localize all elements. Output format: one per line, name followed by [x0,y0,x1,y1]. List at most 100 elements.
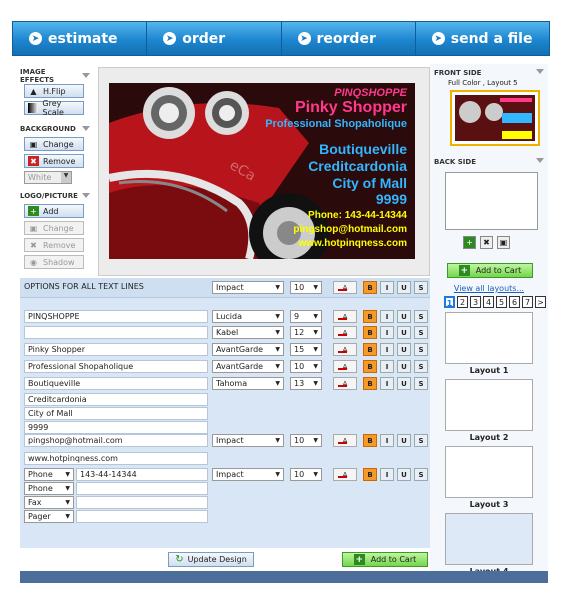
logo-shadow-button[interactable]: ◉ Shadow [24,255,84,269]
italic-button[interactable]: I [380,326,394,339]
shadow-button[interactable]: S [414,360,428,373]
font-select[interactable]: AvantGarde ▼ [212,343,284,356]
back-thumbnail[interactable] [445,172,538,230]
bold-button[interactable]: B [363,310,377,323]
color-button[interactable]: A [333,377,357,390]
all-color-button[interactable]: A [333,281,357,294]
italic-button[interactable]: I [380,360,394,373]
text-line-input[interactable]: www.hotpinqness.com [24,452,208,465]
all-shadow-button[interactable]: S [414,281,428,294]
back-remove-icon[interactable]: ✖ [480,236,493,249]
all-font-select[interactable]: Impact ▼ [212,281,284,294]
color-button[interactable]: A [333,434,357,447]
bg-change-button[interactable]: ▣ Change [24,137,84,151]
nav-send-file[interactable]: ➤ send a file [416,22,549,55]
bold-button[interactable]: B [363,343,377,356]
back-image-icon[interactable]: ▣ [497,236,510,249]
page-2[interactable]: 2 [457,296,468,308]
underline-button[interactable]: U [397,360,411,373]
font-select[interactable]: Kabel ▼ [212,326,284,339]
text-line-input[interactable]: 9999 [24,421,208,434]
size-select[interactable]: 9 ▼ [290,310,322,323]
underline-button[interactable]: U [397,377,411,390]
font-select[interactable]: Lucida ▼ [212,310,284,323]
page-5[interactable]: 5 [496,296,507,308]
shadow-button[interactable]: S [414,310,428,323]
back-add-icon[interactable]: + [463,236,476,249]
logo-remove-button[interactable]: ✖ Remove [24,238,84,252]
all-size-select[interactable]: 10 ▼ [290,281,322,294]
text-line-input[interactable] [76,482,208,495]
shadow-button[interactable]: S [414,326,428,339]
layout-option-4[interactable]: Layout 4 [445,513,533,576]
text-line-input[interactable]: Boutiqueville [24,377,208,390]
underline-button[interactable]: U [397,434,411,447]
bold-button[interactable]: B [363,360,377,373]
bold-button[interactable]: B [363,468,377,481]
all-bold-button[interactable]: B [363,281,377,294]
shadow-button[interactable]: S [414,434,428,447]
contact-type-select[interactable]: Phone ▼ [24,482,74,495]
font-select[interactable]: Impact ▼ [212,434,284,447]
text-line-input[interactable]: City of Mall [24,407,208,420]
all-italic-button[interactable]: I [380,281,394,294]
font-select[interactable]: Impact ▼ [212,468,284,481]
text-line-input[interactable]: 143-44-14344 [76,468,208,481]
layout-option-2[interactable]: Layout 2 [445,379,533,442]
bg-remove-button[interactable]: ✖ Remove [24,154,84,168]
color-button[interactable]: A [333,310,357,323]
underline-button[interactable]: U [397,310,411,323]
contact-type-select[interactable]: Fax ▼ [24,496,74,509]
hflip-button[interactable]: ▲ H.Flip [24,84,84,98]
size-select[interactable]: 10 ▼ [290,434,322,447]
nav-estimate[interactable]: ➤ estimate [13,22,148,55]
layout-option-1[interactable]: Layout 1 [445,312,533,375]
text-line-input[interactable]: pingshop@hotmail.com [24,434,208,447]
text-line-input[interactable] [24,326,208,339]
italic-button[interactable]: I [380,377,394,390]
page-4[interactable]: 4 [483,296,494,308]
italic-button[interactable]: I [380,343,394,356]
text-line-input[interactable] [76,496,208,509]
text-line-input[interactable] [76,510,208,523]
shadow-button[interactable]: S [414,377,428,390]
nav-order[interactable]: ➤ order [147,22,282,55]
italic-button[interactable]: I [380,310,394,323]
underline-button[interactable]: U [397,343,411,356]
front-thumbnail[interactable] [450,90,540,146]
text-line-input[interactable]: PINQSHOPPE [24,310,208,323]
underline-button[interactable]: U [397,326,411,339]
layout-option-3[interactable]: Layout 3 [445,446,533,509]
text-line-input[interactable]: Pinky Shopper [24,343,208,356]
contact-type-select[interactable]: Pager ▼ [24,510,74,523]
color-button[interactable]: A [333,360,357,373]
bold-button[interactable]: B [363,434,377,447]
text-line-input[interactable]: Creditcardonia [24,393,208,406]
bg-color-select[interactable]: White ▼ [24,171,72,184]
size-select[interactable]: 15 ▼ [290,343,322,356]
update-design-button[interactable]: ↻ Update Design [168,552,254,567]
color-button[interactable]: A [333,468,357,481]
page-1[interactable]: 1 [444,296,455,308]
underline-button[interactable]: U [397,468,411,481]
color-button[interactable]: A [333,326,357,339]
shadow-button[interactable]: S [414,468,428,481]
all-underline-button[interactable]: U [397,281,411,294]
page-3[interactable]: 3 [470,296,481,308]
contact-type-select[interactable]: Phone ▼ [24,468,74,481]
add-to-cart-bottom-button[interactable]: + Add to Cart [342,552,428,567]
greyscale-button[interactable]: Grey Scale [24,99,84,117]
bold-button[interactable]: B [363,326,377,339]
size-select[interactable]: 12 ▼ [290,326,322,339]
shadow-button[interactable]: S [414,343,428,356]
size-select[interactable]: 10 ▼ [290,468,322,481]
size-select[interactable]: 10 ▼ [290,360,322,373]
font-select[interactable]: Tahoma ▼ [212,377,284,390]
size-select[interactable]: 13 ▼ [290,377,322,390]
page-7[interactable]: 7 [522,296,533,308]
color-button[interactable]: A [333,343,357,356]
font-select[interactable]: AvantGarde ▼ [212,360,284,373]
view-all-layouts-link[interactable]: View all layouts... [430,284,548,293]
logo-change-button[interactable]: ▣ Change [24,221,84,235]
add-to-cart-top-button[interactable]: + Add to Cart [447,263,533,278]
